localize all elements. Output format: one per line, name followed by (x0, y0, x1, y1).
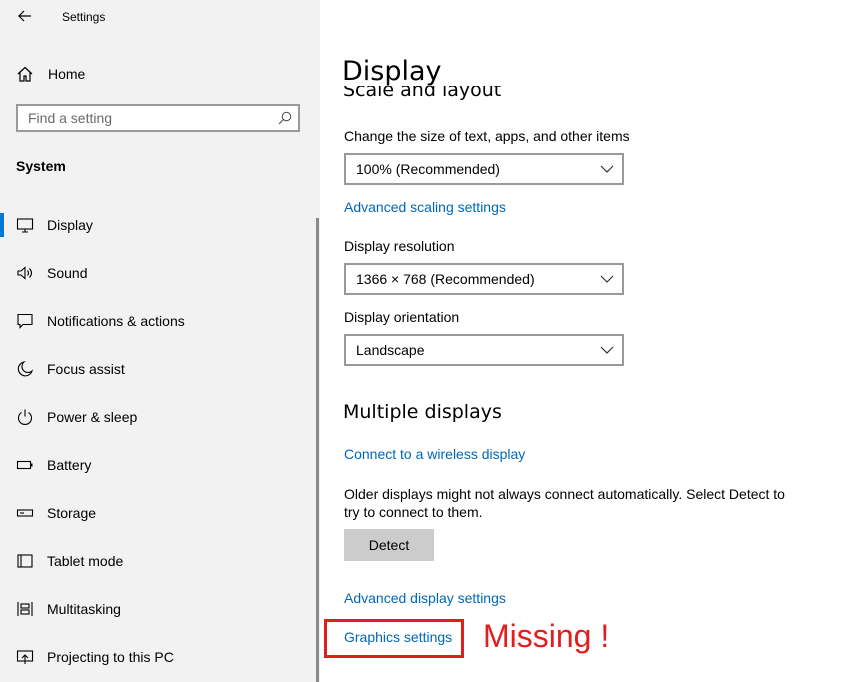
resolution-label: Display resolution (344, 238, 455, 254)
resolution-dropdown[interactable]: 1366 × 768 (Recommended) (344, 263, 624, 295)
sidebar-item-label: Power & sleep (47, 409, 138, 425)
orientation-value: Landscape (356, 342, 425, 358)
speaker-icon (17, 266, 33, 280)
search-icon[interactable] (278, 111, 292, 125)
chevron-down-icon (600, 275, 614, 283)
sidebar-item-focus-assist[interactable]: Focus assist (0, 345, 318, 393)
section-heading-scale-layout: Scale and layout (343, 86, 501, 102)
multiple-displays-heading: Multiple displays (343, 401, 502, 423)
moon-icon (17, 361, 34, 377)
sidebar-item-label: Projecting to this PC (47, 649, 174, 665)
sidebar-item-label: Tablet mode (47, 553, 124, 569)
section-title: System (16, 158, 66, 174)
section-heading-text: Scale and layout (343, 86, 502, 101)
sidebar-item-tablet-mode[interactable]: Tablet mode (0, 537, 318, 585)
orientation-label: Display orientation (344, 309, 460, 325)
home-icon (17, 66, 33, 82)
advanced-display-link[interactable]: Advanced display settings (344, 590, 506, 606)
notification-icon (17, 313, 33, 329)
sidebar-item-label: Storage (47, 505, 97, 521)
chevron-down-icon (600, 346, 614, 354)
tablet-icon (17, 554, 33, 568)
annotation-highlight-box (324, 619, 464, 658)
sidebar-item-label: Display (47, 217, 93, 233)
title-bar: Settings (0, 0, 320, 34)
annotation-text: Missing ! (483, 618, 610, 654)
multitasking-icon (17, 602, 33, 616)
chevron-down-icon (600, 165, 614, 173)
wireless-display-link[interactable]: Connect to a wireless display (344, 446, 525, 462)
detect-button[interactable]: Detect (344, 529, 434, 561)
sidebar-item-notifications[interactable]: Notifications & actions (0, 297, 318, 345)
storage-icon (16, 509, 34, 517)
scale-value: 100% (Recommended) (356, 161, 500, 177)
sidebar-nav: Display Sound Notifications & actions Fo… (0, 201, 318, 681)
battery-icon (16, 460, 33, 470)
sidebar-item-projecting[interactable]: Projecting to this PC (0, 633, 318, 681)
resolution-value: 1366 × 768 (Recommended) (356, 271, 535, 287)
sidebar-item-storage[interactable]: Storage (0, 489, 318, 537)
sidebar-item-label: Home (48, 66, 86, 82)
scale-label: Change the size of text, apps, and other… (344, 128, 630, 144)
orientation-dropdown[interactable]: Landscape (344, 334, 624, 366)
sidebar-item-label: Sound (47, 265, 88, 281)
scale-dropdown[interactable]: 100% (Recommended) (344, 153, 624, 185)
sidebar-item-display[interactable]: Display (0, 201, 318, 249)
back-arrow-icon (18, 10, 31, 22)
search-box[interactable] (16, 104, 300, 132)
monitor-icon (16, 218, 34, 233)
sidebar-item-battery[interactable]: Battery (0, 441, 318, 489)
search-input[interactable] (18, 106, 278, 130)
back-button[interactable] (14, 6, 36, 26)
sidebar-item-power-sleep[interactable]: Power & sleep (0, 393, 318, 441)
sidebar-scrollbar[interactable] (316, 218, 319, 682)
power-icon (17, 409, 33, 426)
sidebar-item-label: Notifications & actions (47, 313, 185, 329)
detect-description: Older displays might not always connect … (344, 486, 785, 520)
sidebar-item-label: Battery (47, 457, 92, 473)
projector-icon (16, 650, 34, 664)
sidebar-item-label: Multitasking (47, 601, 121, 617)
page-title: Display (342, 56, 442, 87)
advanced-scaling-link[interactable]: Advanced scaling settings (344, 199, 506, 215)
app-title: Settings (62, 10, 106, 24)
main-content: Display Scale and layout Change the size… (320, 0, 868, 682)
sidebar-item-label: Focus assist (47, 361, 125, 377)
sidebar-item-sound[interactable]: Sound (0, 249, 318, 297)
sidebar: Settings Home System Display Sound (0, 0, 320, 682)
sidebar-item-home[interactable]: Home (0, 58, 318, 90)
sidebar-item-multitasking[interactable]: Multitasking (0, 585, 318, 633)
